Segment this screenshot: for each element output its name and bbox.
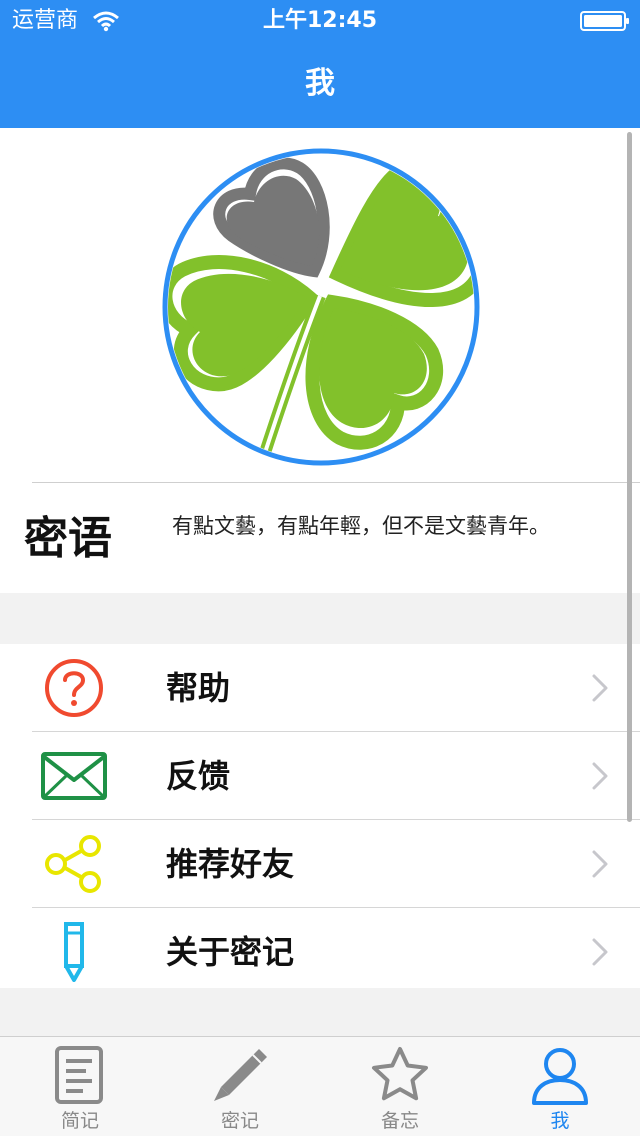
tab-bar: 简记 密记 备忘 我 <box>0 1036 640 1136</box>
document-icon <box>55 1046 103 1104</box>
menu-item-recommend[interactable]: 推荐好友 <box>0 820 640 908</box>
clover-avatar[interactable] <box>162 148 480 466</box>
tab-memo[interactable]: 备忘 <box>320 1037 480 1136</box>
profile-divider <box>32 482 640 483</box>
pencil-icon <box>214 1049 267 1101</box>
tab-secret-notes[interactable]: 密记 <box>160 1037 320 1136</box>
menu-list: 帮助 反馈 推荐好友 关于密记 <box>0 644 640 988</box>
menu-item-label: 关于密记 <box>166 933 295 971</box>
menu-item-label: 帮助 <box>166 669 231 707</box>
tab-label: 备忘 <box>380 1110 419 1132</box>
menu-item-about[interactable]: 关于密记 <box>0 908 640 996</box>
header: 运营商 上午12:45 我 <box>0 0 640 128</box>
chevron-right-icon <box>592 850 608 878</box>
star-icon <box>372 1047 428 1101</box>
tab-me[interactable]: 我 <box>480 1037 640 1136</box>
main-content[interactable]: 密语 有點文藝，有點年輕，但不是文藝青年。 帮助 反馈 推荐好友 关于密记 <box>0 128 640 1036</box>
menu-item-label: 推荐好友 <box>166 845 295 883</box>
pencil-icon <box>64 922 84 982</box>
user-icon <box>532 1048 588 1105</box>
battery-icon <box>580 11 629 31</box>
chevron-right-icon <box>592 674 608 702</box>
share-icon <box>45 835 101 893</box>
tab-notes[interactable]: 简记 <box>0 1037 160 1136</box>
menu-item-label: 反馈 <box>166 757 231 795</box>
motto-label: 密语 <box>24 513 112 564</box>
help-icon <box>45 659 103 717</box>
scrollbar[interactable] <box>627 132 632 822</box>
mail-icon <box>41 752 107 800</box>
tab-label: 密记 <box>220 1110 259 1132</box>
menu-item-feedback[interactable]: 反馈 <box>0 732 640 820</box>
menu-item-help[interactable]: 帮助 <box>0 644 640 732</box>
profile-section: 密语 有點文藝，有點年輕，但不是文藝青年。 <box>0 128 640 593</box>
chevron-right-icon <box>592 938 608 966</box>
status-bar: 运营商 上午12:45 <box>0 0 640 40</box>
tab-label: 简记 <box>60 1110 99 1132</box>
motto-text: 有點文藝，有點年輕，但不是文藝青年。 <box>172 514 550 538</box>
status-time: 上午12:45 <box>262 8 378 33</box>
screen: 运营商 上午12:45 我 密语 有點文藝，有點年輕，但不是文藝青年。 帮助 反… <box>0 0 640 1136</box>
page-title: 我 <box>305 66 335 101</box>
chevron-right-icon <box>592 762 608 790</box>
tab-label: 我 <box>550 1110 570 1132</box>
